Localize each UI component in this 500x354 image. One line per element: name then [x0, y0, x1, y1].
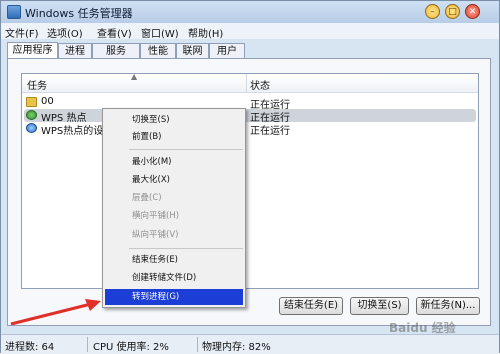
cpu-usage: CPU 使用率: 2%	[93, 342, 169, 353]
menu-separator	[129, 149, 243, 150]
browser-icon	[26, 123, 37, 133]
menu-options[interactable]: 选项(O)	[47, 25, 83, 40]
menu-item-minimize[interactable]: 最小化(M)	[105, 154, 243, 170]
menu-item-create-dump[interactable]: 创建转储文件(D)	[105, 270, 243, 286]
menu-item-tile-vertical: 纵向平铺(V)	[132, 230, 179, 240]
list-item[interactable]: 00 正在运行	[24, 96, 476, 111]
maximize-button[interactable]: □	[445, 4, 460, 19]
menu-bar: 文件(F) 选项(O) 查看(V) 窗口(W) 帮助(H)	[1, 23, 499, 40]
column-header-task[interactable]: 任务	[27, 77, 47, 92]
status-divider	[197, 337, 198, 352]
task-manager-icon	[7, 5, 21, 19]
menu-item-cascade: 层叠(C)	[132, 193, 162, 203]
list-item[interactable]: WPS热点的设置 正在运行	[24, 122, 476, 137]
menu-file[interactable]: 文件(F)	[5, 25, 39, 40]
column-divider[interactable]	[246, 74, 247, 92]
process-count: 进程数: 64	[5, 342, 55, 353]
status-divider	[87, 337, 88, 352]
tab-processes[interactable]: 进程	[58, 43, 92, 58]
status-bar: 进程数: 64 CPU 使用率: 2% 物理内存: 82%	[1, 334, 499, 354]
menu-item-end-task[interactable]: 结束任务(E)	[105, 252, 243, 268]
minimize-button[interactable]: –	[425, 4, 440, 19]
task-list[interactable]: 任务 ▲ 状态 00 正在运行 WPS 热点 正在运行 WPS热点的设置 正在运…	[21, 72, 479, 289]
memory-usage: 物理内存: 82%	[202, 342, 271, 353]
sort-arrow-icon: ▲	[131, 72, 138, 81]
task-status: 正在运行	[250, 126, 290, 137]
close-button[interactable]: ✕	[465, 4, 480, 19]
folder-icon	[26, 97, 37, 107]
menu-item-go-to-process[interactable]: 转到进程(G)	[105, 289, 243, 305]
column-header-status[interactable]: 状态	[250, 77, 270, 92]
context-menu: 切换至(S) 前置(B) 最小化(M) 最大化(X) 层叠(C) 横向平铺(H)…	[102, 108, 246, 308]
tab-performance[interactable]: 性能	[140, 43, 176, 58]
task-name: 00	[41, 96, 54, 107]
tab-users[interactable]: 用户	[209, 43, 245, 58]
menu-view[interactable]: 查看(V)	[97, 25, 132, 40]
menu-window[interactable]: 窗口(W)	[141, 25, 179, 40]
menu-item-bring-to-front[interactable]: 前置(B)	[105, 129, 243, 145]
tab-applications[interactable]: 应用程序	[7, 42, 58, 59]
list-header: 任务 ▲ 状态	[22, 72, 478, 93]
window-title: Windows 任务管理器	[25, 7, 133, 20]
title-bar[interactable]: Windows 任务管理器 – □ ✕	[1, 1, 499, 23]
tab-networking[interactable]: 联网	[176, 43, 209, 58]
new-task-button[interactable]: 新任务(N)...	[416, 297, 480, 315]
menu-item-maximize[interactable]: 最大化(X)	[105, 172, 243, 188]
list-item[interactable]: WPS 热点 正在运行	[24, 109, 476, 124]
menu-item-switch-to[interactable]: 切换至(S)	[105, 112, 243, 128]
red-arrow-annotation	[10, 299, 101, 326]
task-manager-window: Windows 任务管理器 – □ ✕ 文件(F) 选项(O) 查看(V) 窗口…	[0, 0, 500, 354]
switch-to-button[interactable]: 切换至(S)	[350, 297, 409, 315]
menu-help[interactable]: 帮助(H)	[188, 25, 223, 40]
menu-separator	[129, 248, 243, 249]
menu-item-tile-horizontal: 横向平铺(H)	[132, 211, 180, 221]
end-task-button[interactable]: 结束任务(E)	[279, 297, 343, 315]
tab-services[interactable]: 服务	[92, 43, 140, 58]
wps-icon	[26, 110, 37, 120]
